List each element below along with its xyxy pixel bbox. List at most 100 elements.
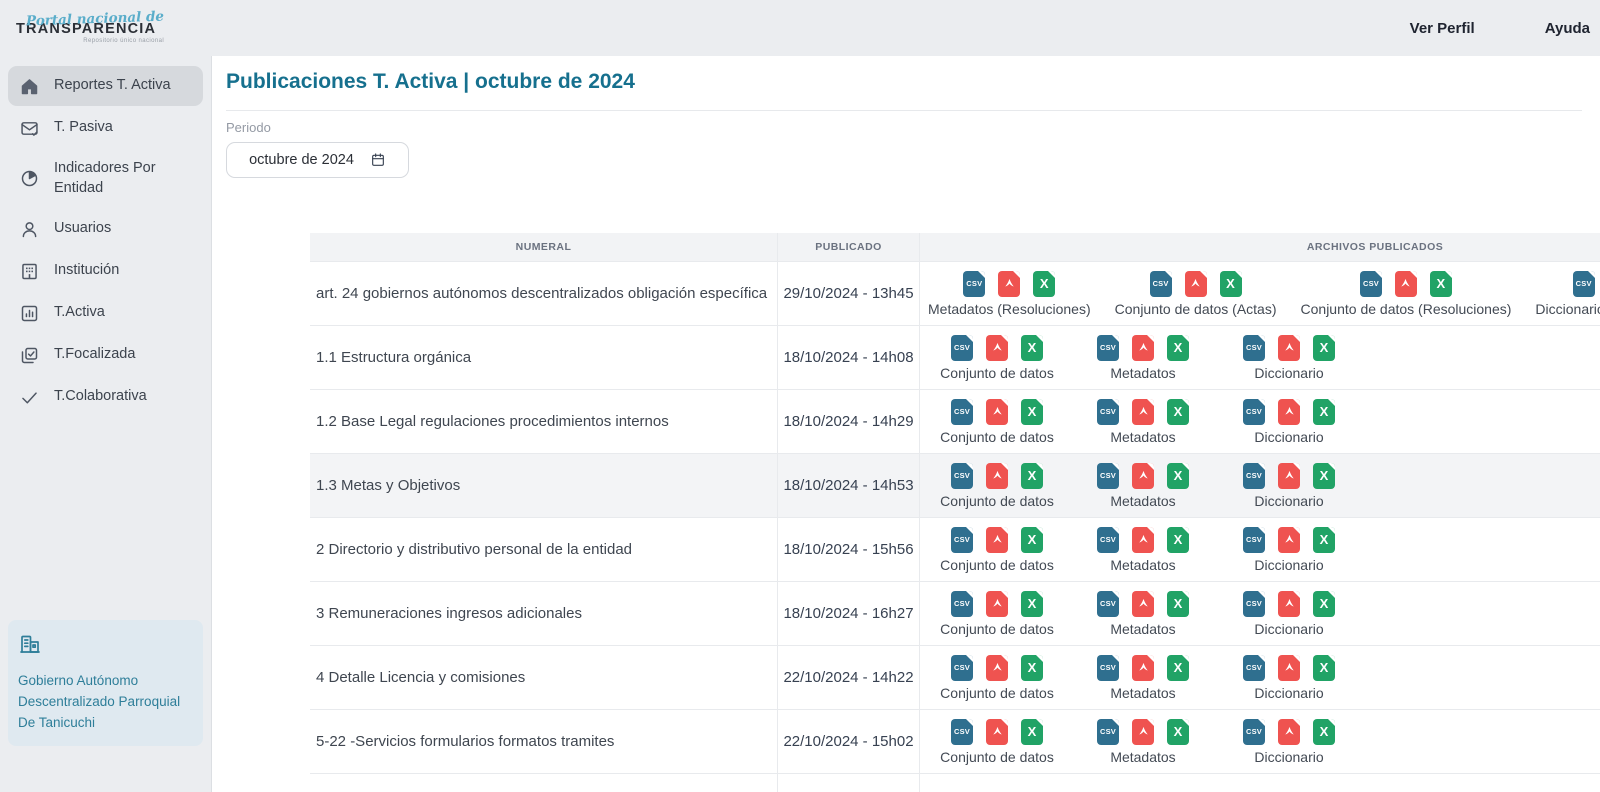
csv-file-icon[interactable]: CSV <box>951 719 973 745</box>
pdf-file-icon[interactable] <box>1132 719 1154 745</box>
pdf-file-icon[interactable] <box>1278 399 1300 425</box>
period-value: octubre de 2024 <box>249 152 354 168</box>
sidebar-item-t-activa[interactable]: T.Activa <box>8 293 203 333</box>
csv-file-icon[interactable]: CSV <box>1243 335 1265 361</box>
pdf-file-icon[interactable] <box>986 655 1008 681</box>
period-month-input[interactable]: octubre de 2024 <box>226 142 409 178</box>
sidebar-item-t-focalizada[interactable]: T.Focalizada <box>8 335 203 375</box>
excel-file-icon[interactable]: X <box>1313 335 1335 361</box>
sidebar-item-reportes-t-activa[interactable]: Reportes T. Activa <box>8 66 203 106</box>
excel-file-icon[interactable]: X <box>1167 399 1189 425</box>
calendar-icon[interactable] <box>370 152 386 168</box>
file-group-label: Metadatos <box>1110 621 1175 637</box>
csv-file-icon[interactable]: CSV <box>1243 591 1265 617</box>
file-group: CSV X Metadatos <box>1070 591 1216 637</box>
pdf-file-icon[interactable] <box>1132 655 1154 681</box>
pdf-file-icon[interactable] <box>986 591 1008 617</box>
sidebar-item-t-colaborativa[interactable]: T.Colaborativa <box>8 377 203 417</box>
pdf-file-icon[interactable] <box>1278 335 1300 361</box>
csv-file-icon[interactable]: CSV <box>1360 271 1382 297</box>
excel-file-icon[interactable]: X <box>1167 527 1189 553</box>
csv-file-icon[interactable]: CSV <box>951 463 973 489</box>
excel-file-icon[interactable]: X <box>1313 655 1335 681</box>
csv-file-icon[interactable]: CSV <box>951 655 973 681</box>
excel-file-icon[interactable]: X <box>1167 719 1189 745</box>
file-group: CSV X Metadatos <box>1070 655 1216 701</box>
portal-logo[interactable]: Portal nacional de TRANSPARENCIA Reposit… <box>16 13 164 44</box>
excel-file-icon[interactable]: X <box>1167 655 1189 681</box>
file-group: CSV X Diccionario <box>1216 655 1362 701</box>
pdf-file-icon[interactable] <box>1132 527 1154 553</box>
numeral-cell: 4 Detalle Licencia y comisiones <box>310 646 778 709</box>
csv-file-icon[interactable]: CSV <box>1097 527 1119 553</box>
pdf-file-icon[interactable] <box>1278 591 1300 617</box>
pdf-file-icon[interactable] <box>1132 591 1154 617</box>
csv-file-icon[interactable]: CSV <box>1243 719 1265 745</box>
pdf-file-icon[interactable] <box>986 463 1008 489</box>
excel-file-icon[interactable]: X <box>1313 719 1335 745</box>
file-group-label: Diccionario <box>1254 685 1323 701</box>
entity-name: Gobierno Autónomo Descentralizado Parroq… <box>18 671 188 734</box>
excel-file-icon[interactable]: X <box>1021 399 1043 425</box>
excel-file-icon[interactable]: X <box>1021 527 1043 553</box>
sidebar-item-usuarios[interactable]: Usuarios <box>8 209 203 249</box>
file-group-label: Diccionario <box>1254 749 1323 765</box>
pdf-file-icon[interactable] <box>1132 335 1154 361</box>
excel-file-icon[interactable]: X <box>1021 655 1043 681</box>
csv-file-icon[interactable]: CSV <box>951 527 973 553</box>
excel-file-icon[interactable]: X <box>1313 399 1335 425</box>
pdf-file-icon[interactable] <box>1185 271 1207 297</box>
bar-chart-icon <box>18 302 40 324</box>
excel-file-icon[interactable]: X <box>1313 463 1335 489</box>
pdf-file-icon[interactable] <box>986 719 1008 745</box>
pdf-file-icon[interactable] <box>1395 271 1417 297</box>
sidebar-item-label: T. Pasiva <box>54 118 113 138</box>
csv-file-icon[interactable]: CSV <box>1097 719 1119 745</box>
pdf-file-icon[interactable] <box>986 335 1008 361</box>
csv-file-icon[interactable]: CSV <box>1097 463 1119 489</box>
ayuda-link[interactable]: Ayuda <box>1545 20 1590 37</box>
excel-file-icon[interactable]: X <box>1313 527 1335 553</box>
excel-file-icon[interactable]: X <box>1021 463 1043 489</box>
excel-file-icon[interactable]: X <box>1033 271 1055 297</box>
pdf-file-icon[interactable] <box>1278 527 1300 553</box>
csv-file-icon[interactable]: CSV <box>1243 655 1265 681</box>
csv-file-icon[interactable]: CSV <box>1150 271 1172 297</box>
csv-file-icon[interactable]: CSV <box>1243 399 1265 425</box>
pdf-file-icon[interactable] <box>1132 463 1154 489</box>
publications-table: NUMERAL PUBLICADO ARCHIVOS PUBLICADOS ar… <box>310 233 1600 792</box>
csv-file-icon[interactable]: CSV <box>1243 463 1265 489</box>
csv-file-icon[interactable]: CSV <box>951 399 973 425</box>
sidebar-item-t-pasiva[interactable]: T. Pasiva <box>8 108 203 148</box>
pdf-file-icon[interactable] <box>998 271 1020 297</box>
excel-file-icon[interactable]: X <box>1021 335 1043 361</box>
excel-file-icon[interactable]: X <box>1167 591 1189 617</box>
csv-file-icon[interactable]: CSV <box>951 591 973 617</box>
pdf-file-icon[interactable] <box>1278 463 1300 489</box>
sidebar-item-indicadores-por-entidad[interactable]: Indicadores Por Entidad <box>8 150 203 207</box>
excel-file-icon[interactable]: X <box>1167 335 1189 361</box>
sidebar-item-institucion[interactable]: Institución <box>8 251 203 291</box>
numeral-cell: art. 24 gobiernos autónomos descentraliz… <box>310 262 778 325</box>
csv-file-icon[interactable]: CSV <box>1097 335 1119 361</box>
excel-file-icon[interactable]: X <box>1313 591 1335 617</box>
csv-file-icon[interactable]: CSV <box>1097 399 1119 425</box>
ver-perfil-link[interactable]: Ver Perfil <box>1410 20 1475 37</box>
excel-file-icon[interactable]: X <box>1021 719 1043 745</box>
csv-file-icon[interactable]: CSV <box>963 271 985 297</box>
archivos-cell <box>920 774 1600 792</box>
pdf-file-icon[interactable] <box>1278 655 1300 681</box>
csv-file-icon[interactable]: CSV <box>1243 527 1265 553</box>
excel-file-icon[interactable]: X <box>1430 271 1452 297</box>
pdf-file-icon[interactable] <box>1278 719 1300 745</box>
csv-file-icon[interactable]: CSV <box>951 335 973 361</box>
excel-file-icon[interactable]: X <box>1220 271 1242 297</box>
pdf-file-icon[interactable] <box>986 527 1008 553</box>
csv-file-icon[interactable]: CSV <box>1097 591 1119 617</box>
pdf-file-icon[interactable] <box>1132 399 1154 425</box>
csv-file-icon[interactable]: CSV <box>1097 655 1119 681</box>
pdf-file-icon[interactable] <box>986 399 1008 425</box>
excel-file-icon[interactable]: X <box>1167 463 1189 489</box>
excel-file-icon[interactable]: X <box>1021 591 1043 617</box>
csv-file-icon[interactable]: CSV <box>1573 271 1595 297</box>
